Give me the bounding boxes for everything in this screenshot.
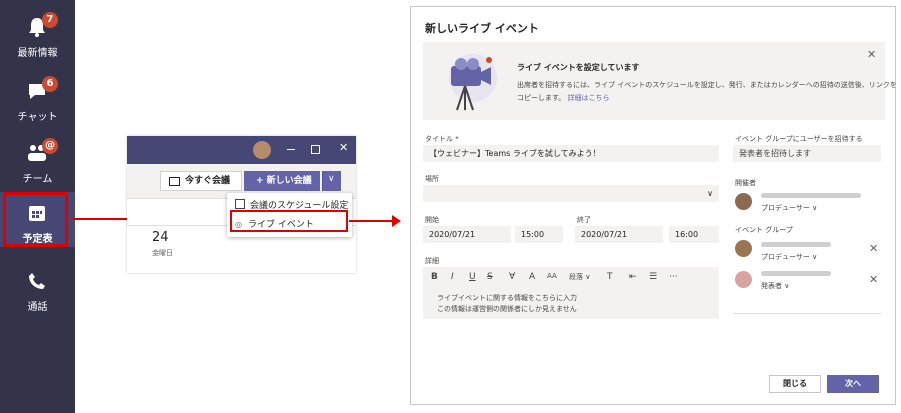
outdent-button[interactable]: ⇤ <box>629 272 637 282</box>
learn-more-link[interactable]: 詳細はこちら <box>568 94 610 102</box>
start-label: 開始 <box>425 216 439 224</box>
dialog-title: 新しいライブ イベント <box>425 22 539 35</box>
end-label: 終了 <box>577 216 591 224</box>
organizer-role[interactable]: プロデューサー ∨ <box>761 203 817 213</box>
banner-text-tail: コピーします。 <box>517 94 566 102</box>
paragraph-dropdown[interactable]: 段落 ∨ <box>569 272 590 282</box>
banner-title: ライブ イベントを設定しています <box>517 63 640 72</box>
member-role[interactable]: 発表者 ∨ <box>761 281 789 291</box>
calendar-highlight-box <box>3 192 68 247</box>
remove-member-icon[interactable]: ✕ <box>869 273 878 286</box>
sidebar-item-activity[interactable]: 7 最新情報 <box>0 8 75 68</box>
meet-now-label: 今すぐ会議 <box>185 176 231 186</box>
end-time-input[interactable]: 16:00 <box>669 226 719 243</box>
obscured-name <box>761 242 831 247</box>
event-group-label: イベント グループ <box>735 226 793 234</box>
phone-icon <box>29 273 45 289</box>
date-number: 24 <box>152 230 169 245</box>
sidebar-item-chat[interactable]: 6 チャット <box>0 72 75 132</box>
invite-people-input[interactable]: 発表者を招待します <box>733 145 881 162</box>
obscured-name <box>761 193 861 198</box>
sidebar-item-label: チーム <box>22 174 53 185</box>
new-meeting-button[interactable]: + 新しい会議 <box>244 171 320 191</box>
app-sidebar: 7 最新情報 6 チャット @ チーム 予定表 通話 <box>0 0 75 413</box>
font-size-button[interactable]: AA <box>547 272 557 280</box>
details-text-line: この情報は運営側の関係者にしか見えません <box>437 305 577 313</box>
new-live-event-dialog: 新しいライブ イベント ライブ イベントを設定しています 出席者を招待するには、… <box>410 6 897 405</box>
start-time-input[interactable]: 15:00 <box>515 226 563 243</box>
location-label: 場所 <box>425 175 439 183</box>
bullet-list-button[interactable]: ☰ <box>649 272 657 282</box>
clear-format-button[interactable]: T <box>607 272 613 282</box>
video-icon <box>169 177 180 186</box>
details-text-line: ライブイベントに関する情報をこちらに入力 <box>437 294 577 302</box>
obscured-name <box>761 271 831 276</box>
date-weekday: 金曜日 <box>152 249 173 257</box>
sidebar-item-calls[interactable]: 通話 <box>0 262 75 322</box>
info-banner: ライブ イベントを設定しています 出席者を招待するには、ライブ イベントのスケジ… <box>423 42 897 120</box>
underline-button[interactable]: U <box>469 272 476 282</box>
sidebar-item-label: チャット <box>17 112 58 123</box>
chevron-down-icon: ∨ <box>328 174 335 184</box>
sidebar-item-label: 通話 <box>27 302 48 313</box>
new-meeting-label: + 新しい会議 <box>256 176 312 186</box>
avatar <box>735 193 752 210</box>
banner-close-icon[interactable]: ✕ <box>867 48 876 61</box>
invite-label: イベント グループにユーザーを招待する <box>735 135 863 143</box>
next-button[interactable]: 次へ <box>827 375 879 393</box>
new-meeting-dropdown[interactable]: ∨ <box>322 171 341 191</box>
end-date-input[interactable]: 2020/07/21 <box>575 226 663 243</box>
banner-text: 出席者を招待するには、ライブ イベントのスケジュールを設定し、発行、またはカレン… <box>517 81 897 89</box>
strikethrough-button[interactable]: S <box>487 272 493 282</box>
avatar <box>253 141 271 159</box>
meet-now-button[interactable]: 今すぐ会議 <box>160 171 242 191</box>
member-role[interactable]: プロデューサー ∨ <box>761 252 817 262</box>
chevron-down-icon: ∨ <box>707 189 713 198</box>
start-date-input[interactable]: 2020/07/21 <box>423 226 511 243</box>
avatar <box>735 240 752 257</box>
organizer-label: 開催者 <box>735 179 756 187</box>
remove-member-icon[interactable]: ✕ <box>869 242 878 255</box>
teams-badge: @ <box>42 138 58 154</box>
calendar-icon <box>235 199 245 209</box>
close-icon[interactable]: ✕ <box>339 141 348 154</box>
italic-button[interactable]: I <box>451 272 454 282</box>
minimize-icon[interactable] <box>287 149 295 150</box>
sidebar-item-label: 最新情報 <box>17 48 58 59</box>
highlight-button[interactable]: ∀ <box>509 272 515 282</box>
pointer-arrow-line <box>349 220 394 222</box>
close-button[interactable]: 閉じる <box>769 375 821 393</box>
sidebar-item-teams[interactable]: @ チーム <box>0 134 75 194</box>
font-color-button[interactable]: A <box>529 272 535 282</box>
window-titlebar: ✕ <box>127 136 356 164</box>
location-dropdown[interactable]: ∨ <box>423 185 719 202</box>
title-label: タイトル * <box>425 135 459 143</box>
pointer-arrow-head <box>392 215 401 227</box>
restore-icon[interactable] <box>311 145 320 154</box>
banner-text-continued: コピーします。 詳細はこちら <box>517 93 610 103</box>
details-label: 詳細 <box>425 257 439 265</box>
chat-badge: 6 <box>42 76 58 92</box>
camera-illustration-icon <box>449 54 497 111</box>
divider <box>733 313 881 314</box>
more-options-button[interactable]: ··· <box>669 272 678 282</box>
avatar <box>735 271 752 288</box>
title-input[interactable]: 【ウェビナー】Teams ライブを試してみよう！ <box>423 145 719 162</box>
teams-window-crop: ✕ 今すぐ会議 + 新しい会議 ∨ 24 金曜日 会議のスケジュール設定 ◎ ライ… <box>127 136 356 273</box>
live-event-highlight-box <box>230 210 348 232</box>
activity-badge: 7 <box>42 12 58 28</box>
bold-button[interactable]: B <box>431 272 438 282</box>
